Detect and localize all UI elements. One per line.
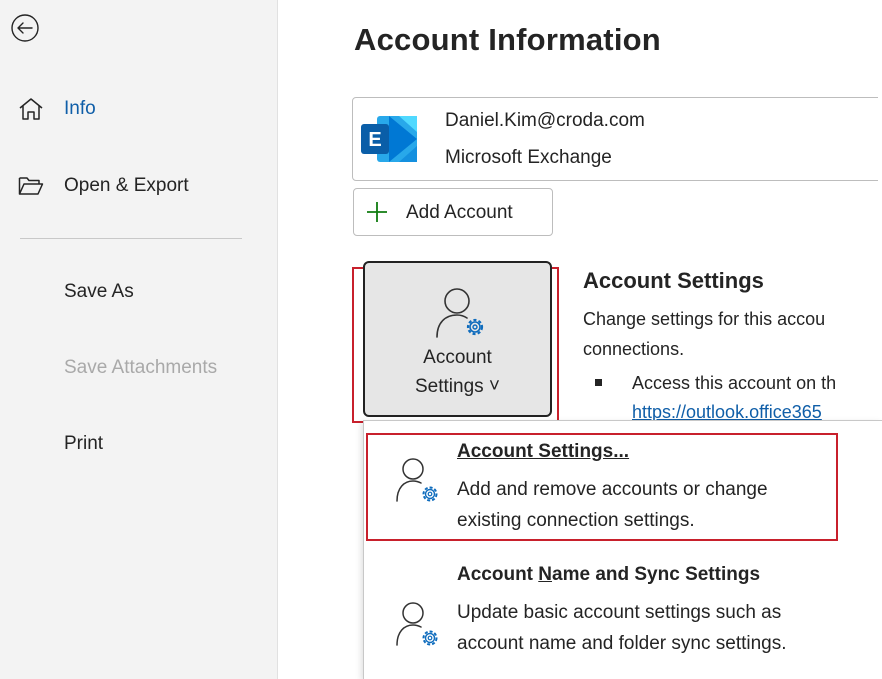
plus-icon [367,202,387,222]
person-gear-icon [436,288,484,338]
nav-item-info[interactable]: Info [0,86,277,132]
folder-open-icon [18,177,44,195]
bullet-marker [595,379,602,386]
account-type: Microsoft Exchange [445,147,612,168]
page-title: Account Information [354,22,661,57]
nav-item-label: Open & Export [64,175,189,196]
add-account-label: Add Account [406,202,513,223]
add-account-button[interactable]: Add Account [353,188,553,236]
section-title: Account Settings [583,268,764,293]
home-icon [19,98,43,120]
menu-item-description: account name and folder sync settings. [457,633,787,654]
menu-item-title: Account Name and Sync Settings [457,564,761,585]
menu-item-description: Update basic account settings such as [457,602,782,623]
account-email: Daniel.Kim@croda.com [445,110,645,131]
account-settings-label-line1: Account [423,347,492,368]
nav-item-label: Save As [64,281,134,302]
nav-item-label: Print [64,433,104,454]
nav-item-label: Info [64,98,96,119]
backstage-nav: Info Open & Export Save As Save Attachme… [0,0,278,679]
section-description: connections. [583,339,685,359]
nav-item-save-attachments: Save Attachments [0,345,277,391]
highlight-outline [366,433,838,541]
back-arrow-icon[interactable] [10,13,40,43]
person-gear-icon [396,602,438,646]
menu-item-account-name-sync[interactable]: Account Name and Sync Settings Update ba… [364,553,882,679]
account-settings-label-line2: Settings ˅ [414,376,501,397]
nav-item-save-as[interactable]: Save As [0,269,277,315]
exchange-logo-icon: E [361,116,417,162]
svg-text:E: E [368,129,381,151]
account-selector[interactable]: E Daniel.Kim@croda.com Microsoft Exchang… [352,97,882,181]
nav-item-label: Save Attachments [64,357,218,378]
account-settings-dropdown-button[interactable]: Account Settings ˅ [363,261,552,417]
nav-item-print[interactable]: Print [0,421,277,467]
section-description: Change settings for this accou [583,309,826,329]
section-bullet-text: Access this account on th [632,373,837,393]
nav-divider [20,238,242,239]
nav-item-open-export[interactable]: Open & Export [0,163,277,209]
